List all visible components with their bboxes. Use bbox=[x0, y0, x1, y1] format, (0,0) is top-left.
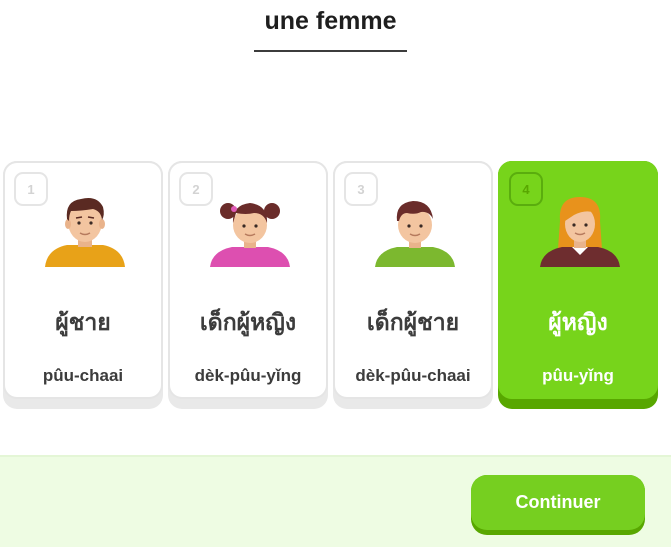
choice-card-face: 1 ผู้ชาย pûu-chaai bbox=[3, 161, 163, 399]
choice-card-face: 3 เด็กผู้ชาย dèk-pûu-chaai bbox=[333, 161, 493, 399]
choice-card-2[interactable]: 2 เด็กผู้หญิง dèk-pûu-yǐng bbox=[168, 161, 328, 409]
choice-number: 2 bbox=[179, 172, 213, 206]
choice-card-face: 2 เด็กผู้หญิง dèk-pûu-yǐng bbox=[168, 161, 328, 399]
choice-card-4[interactable]: 4 ผู้หญิง pûu-yǐng bbox=[498, 161, 658, 409]
continue-button[interactable]: Continuer bbox=[471, 475, 645, 535]
choice-card-3[interactable]: 3 เด็กผู้ชาย dèk-pûu-chaai bbox=[333, 161, 493, 409]
prompt-word: une femme bbox=[254, 0, 407, 52]
girl-avatar-icon bbox=[210, 203, 290, 267]
choice-romanization: dèk-pûu-yǐng bbox=[194, 366, 302, 385]
prompt-text: une femme bbox=[264, 6, 397, 35]
choice-romanization: dèk-pûu-chaai bbox=[355, 366, 471, 385]
woman-avatar-icon bbox=[540, 197, 620, 267]
choice-card-1[interactable]: 1 ผู้ชาย pûu-chaai bbox=[3, 161, 163, 409]
choice-number: 3 bbox=[344, 172, 378, 206]
man-avatar-icon bbox=[45, 198, 125, 267]
choice-number: 1 bbox=[14, 172, 48, 206]
choice-thai-word: เด็กผู้หญิง bbox=[199, 310, 297, 336]
choice-card-face: 4 ผู้หญิง pûu-yǐng bbox=[498, 161, 658, 399]
choice-thai-word: เด็กผู้ชาย bbox=[366, 310, 460, 336]
choice-thai-word: ผู้ชาย bbox=[55, 310, 111, 336]
choice-romanization: pûu-chaai bbox=[42, 366, 124, 385]
choice-romanization: pûu-yǐng bbox=[542, 366, 614, 385]
choice-number: 4 bbox=[509, 172, 543, 206]
choice-thai-word: ผู้หญิง bbox=[548, 310, 608, 336]
boy-avatar-icon bbox=[375, 201, 455, 267]
continue-button-label: Continuer bbox=[471, 475, 645, 530]
